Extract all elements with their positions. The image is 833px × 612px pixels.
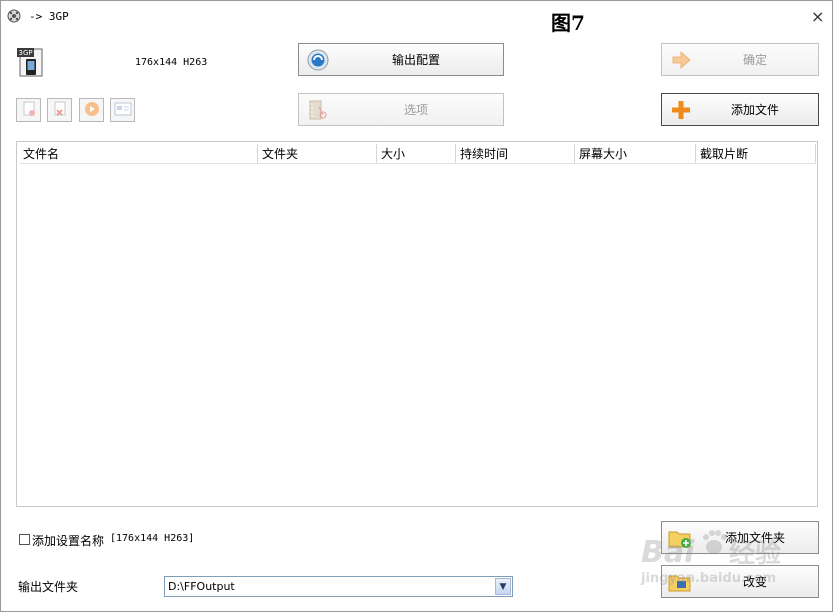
remove-file-icon bbox=[21, 101, 37, 120]
column-header-duration[interactable]: 持续时间 bbox=[456, 144, 575, 164]
output-config-button[interactable]: 输出配置 bbox=[298, 43, 504, 76]
folder-add-icon bbox=[668, 527, 692, 549]
3gp-file-icon: 3GP bbox=[15, 46, 47, 78]
add-folder-label: 添加文件夹 bbox=[724, 531, 785, 545]
film-scissors-icon bbox=[307, 99, 329, 121]
media-info-button[interactable] bbox=[110, 98, 135, 122]
column-header-filename[interactable]: 文件名 bbox=[19, 144, 258, 164]
file-list-header: 文件名 文件夹 大小 持续时间 屏幕大小 截取片断 bbox=[19, 144, 816, 164]
change-button[interactable]: 改变 bbox=[661, 565, 819, 598]
add-settings-name-checkbox[interactable] bbox=[19, 534, 30, 545]
clear-list-button[interactable] bbox=[47, 98, 72, 122]
folder-change-icon bbox=[668, 571, 692, 593]
remove-file-button[interactable] bbox=[16, 98, 41, 122]
clear-list-icon bbox=[52, 101, 68, 120]
play-button[interactable] bbox=[79, 98, 104, 122]
play-icon bbox=[84, 101, 100, 120]
column-header-size[interactable]: 大小 bbox=[377, 144, 456, 164]
change-label: 改变 bbox=[742, 575, 767, 589]
add-file-button[interactable]: 添加文件 bbox=[661, 93, 819, 126]
column-header-folder[interactable]: 文件夹 bbox=[258, 144, 377, 164]
settings-name-value: [176x144 H263] bbox=[110, 533, 195, 544]
ok-button[interactable]: 确定 bbox=[661, 43, 819, 76]
chevron-down-icon[interactable]: ▼ bbox=[495, 578, 511, 595]
column-header-clip[interactable]: 截取片断 bbox=[696, 144, 816, 164]
profile-summary: 176x144 H263 bbox=[135, 57, 208, 68]
figure-label: 图7 bbox=[551, 11, 585, 35]
add-settings-name-label[interactable]: 添加设置名称 bbox=[32, 532, 104, 549]
plus-icon bbox=[670, 99, 692, 121]
output-folder-value: D:\FFOutput bbox=[168, 580, 235, 593]
media-info-icon bbox=[114, 102, 132, 119]
add-file-label: 添加文件 bbox=[730, 103, 779, 117]
app-window: -> 3GP 图7 × 3GP 176x144 H263 输出配置 确定 选项 … bbox=[0, 0, 833, 612]
file-list[interactable]: 文件名 文件夹 大小 持续时间 屏幕大小 截取片断 bbox=[16, 141, 818, 507]
3gp-badge-text: 3GP bbox=[19, 49, 33, 57]
output-folder-label: 输出文件夹 bbox=[18, 580, 79, 594]
ok-label: 确定 bbox=[742, 53, 767, 67]
output-config-label: 输出配置 bbox=[391, 53, 440, 67]
options-button[interactable]: 选项 bbox=[298, 93, 504, 126]
options-label: 选项 bbox=[403, 103, 428, 117]
app-icon bbox=[7, 9, 21, 23]
close-button[interactable]: × bbox=[811, 7, 824, 26]
settings-globe-icon bbox=[307, 49, 329, 71]
window-title: -> 3GP bbox=[29, 10, 69, 23]
arrow-right-icon bbox=[670, 49, 692, 71]
output-folder-select[interactable]: D:\FFOutput ▼ bbox=[164, 576, 513, 597]
add-folder-button[interactable]: 添加文件夹 bbox=[661, 521, 819, 554]
column-header-screen-size[interactable]: 屏幕大小 bbox=[575, 144, 696, 164]
